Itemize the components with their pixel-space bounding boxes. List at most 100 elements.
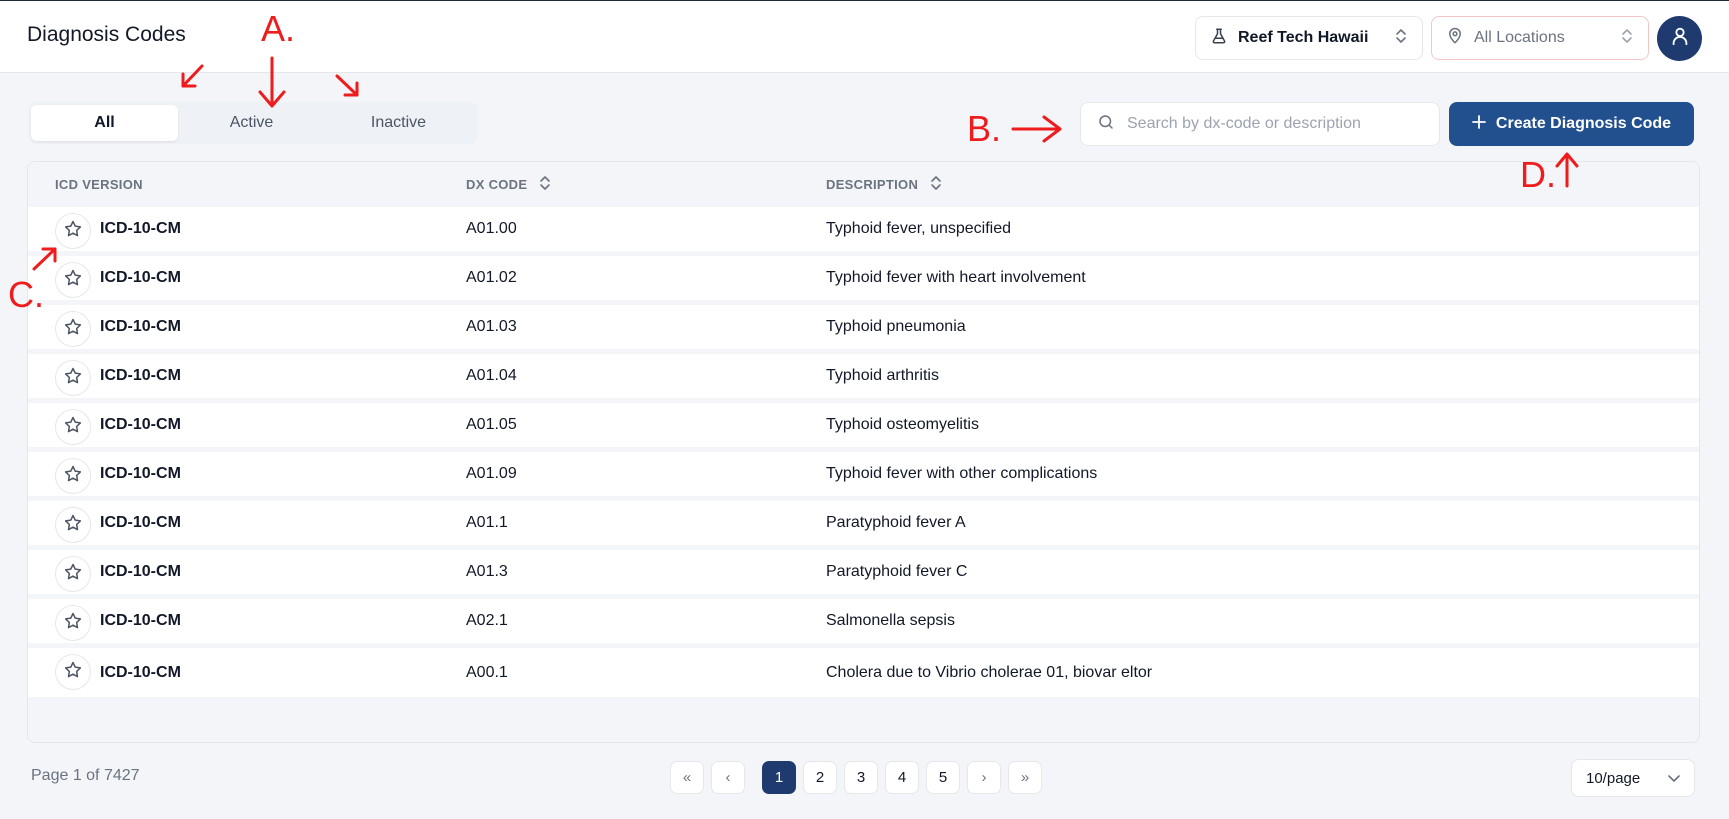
page-button-2[interactable]: 2	[803, 761, 837, 794]
chevron-updown-icon	[1620, 27, 1634, 50]
column-header-icd-version: ICD VERSION	[55, 177, 143, 192]
favorite-star-button[interactable]	[55, 311, 91, 347]
dx-code-cell: A01.02	[466, 269, 517, 286]
table-row[interactable]: ICD-10-CM A01.09 Typhoid fever with other …	[28, 452, 1699, 501]
annotation-arrow-b	[1011, 115, 1062, 143]
description-cell: Paratyphoid fever A	[826, 514, 966, 531]
pagination: « ‹ 1 2 3 4 5 › »	[670, 761, 1042, 794]
dx-code-cell: A01.03	[466, 318, 517, 335]
per-page-select[interactable]: 10/page	[1571, 759, 1695, 797]
flask-icon	[1210, 27, 1228, 50]
star-icon	[63, 317, 83, 342]
page-button-4[interactable]: 4	[885, 761, 919, 794]
location-label: All Locations	[1474, 29, 1565, 46]
icd-version-cell: ICD-10-CM	[100, 220, 181, 237]
icd-version-cell: ICD-10-CM	[100, 318, 181, 335]
table-row[interactable]: ICD-10-CM A00.1 Cholera due to Vibrio chol…	[28, 648, 1699, 697]
dx-code-cell: A01.05	[466, 416, 517, 433]
favorite-star-button[interactable]	[55, 262, 91, 298]
dx-code-cell: A01.3	[466, 563, 508, 580]
dx-code-cell: A01.09	[466, 465, 517, 482]
description-cell: Typhoid fever with heart involvement	[826, 269, 1086, 286]
favorite-star-button[interactable]	[55, 605, 91, 641]
annotation-arrow-a3	[335, 74, 359, 97]
page-title: Diagnosis Codes	[27, 23, 186, 46]
annotation-label-d: D.	[1520, 154, 1556, 195]
organization-label: Reef Tech Hawaii	[1238, 29, 1369, 46]
top-bar: Diagnosis Codes Reef Tech Hawaii All Loc…	[0, 0, 1729, 73]
tab-all[interactable]: All	[31, 105, 178, 141]
description-cell: Typhoid osteomyelitis	[826, 416, 979, 433]
first-page-button[interactable]: «	[670, 761, 704, 794]
next-page-button[interactable]: ›	[967, 761, 1001, 794]
star-icon	[63, 562, 83, 587]
create-button-label: Create Diagnosis Code	[1495, 115, 1672, 132]
per-page-label: 10/page	[1586, 769, 1641, 787]
table-row[interactable]: ICD-10-CM A01.02 Typhoid fever with heart …	[28, 256, 1699, 305]
description-cell: Typhoid arthritis	[826, 367, 939, 384]
table-row[interactable]: ICD-10-CM A01.3 Paratyphoid fever C	[28, 550, 1699, 599]
favorite-star-button[interactable]	[55, 360, 91, 396]
favorite-star-button[interactable]	[55, 458, 91, 494]
favorite-star-button[interactable]	[55, 409, 91, 445]
table-row[interactable]: ICD-10-CM A01.03 Typhoid pneumonia	[28, 305, 1699, 354]
sort-icon[interactable]	[539, 175, 551, 194]
description-cell: Paratyphoid fever C	[826, 563, 968, 580]
page-button-1[interactable]: 1	[762, 761, 796, 794]
sort-icon[interactable]	[930, 175, 942, 194]
icd-version-cell: ICD-10-CM	[100, 663, 181, 681]
icd-version-cell: ICD-10-CM	[100, 514, 181, 531]
chevron-down-icon	[1668, 770, 1680, 787]
user-avatar-button[interactable]	[1657, 16, 1702, 61]
favorite-star-button[interactable]	[55, 556, 91, 592]
status-tabs: All Active Inactive	[28, 102, 478, 144]
star-icon	[63, 464, 83, 489]
tab-active[interactable]: Active	[178, 105, 325, 141]
description-cell: Typhoid fever, unspecified	[826, 220, 1012, 237]
diagnosis-codes-table: ICD VERSION DX CODE DESCRIPTION ICD-10-C…	[27, 161, 1700, 743]
icd-version-cell: ICD-10-CM	[100, 269, 181, 286]
page-button-3[interactable]: 3	[844, 761, 878, 794]
star-icon	[63, 268, 83, 293]
annotation-label-b: B.	[967, 108, 1002, 149]
tab-inactive[interactable]: Inactive	[325, 105, 472, 141]
star-icon	[63, 415, 83, 440]
description-cell: Salmonella sepsis	[826, 612, 955, 629]
description-cell: Typhoid pneumonia	[826, 318, 966, 335]
table-row[interactable]: ICD-10-CM A01.1 Paratyphoid fever A	[28, 501, 1699, 550]
dx-code-cell: A00.1	[466, 663, 508, 681]
favorite-star-button[interactable]	[55, 507, 91, 543]
favorite-star-button[interactable]	[55, 213, 91, 249]
dx-code-cell: A01.04	[466, 367, 517, 384]
annotation-label-a: A.	[261, 8, 296, 49]
last-page-button[interactable]: »	[1008, 761, 1042, 794]
star-icon	[63, 611, 83, 636]
description-cell: Cholera due to Vibrio cholerae 01, biova…	[826, 663, 1153, 681]
table-row[interactable]: ICD-10-CM A01.00 Typhoid fever, unspecifie…	[28, 207, 1699, 256]
user-icon	[1669, 25, 1691, 52]
table-row[interactable]: ICD-10-CM A01.04 Typhoid arthritis	[28, 354, 1699, 403]
dx-code-cell: A01.1	[466, 514, 508, 531]
search-box[interactable]	[1080, 102, 1440, 146]
page-info: Page 1 of 7427	[31, 767, 140, 784]
annotation-label-c: C.	[8, 274, 44, 315]
column-header-description[interactable]: DESCRIPTION	[826, 175, 942, 194]
location-select[interactable]: All Locations	[1431, 16, 1649, 60]
create-diagnosis-code-button[interactable]: Create Diagnosis Code	[1449, 102, 1694, 146]
page-button-5[interactable]: 5	[926, 761, 960, 794]
icd-version-cell: ICD-10-CM	[100, 416, 181, 433]
table-row[interactable]: ICD-10-CM A02.1 Salmonella sepsis	[28, 599, 1699, 648]
favorite-star-button[interactable]	[55, 654, 91, 690]
column-header-dx-code[interactable]: DX CODE	[466, 175, 551, 194]
table-body: ICD-10-CM A01.00 Typhoid fever, unspecifie…	[28, 207, 1699, 697]
organization-select[interactable]: Reef Tech Hawaii	[1195, 16, 1423, 60]
table-header: ICD VERSION DX CODE DESCRIPTION	[28, 162, 1699, 207]
star-icon	[63, 513, 83, 538]
table-row[interactable]: ICD-10-CM A01.05 Typhoid osteomyelitis	[28, 403, 1699, 452]
star-icon	[63, 366, 83, 391]
icd-version-cell: ICD-10-CM	[100, 465, 181, 482]
prev-page-button[interactable]: ‹	[711, 761, 745, 794]
map-pin-icon	[1446, 27, 1464, 50]
search-icon	[1097, 113, 1115, 136]
search-input[interactable]	[1127, 115, 1423, 133]
